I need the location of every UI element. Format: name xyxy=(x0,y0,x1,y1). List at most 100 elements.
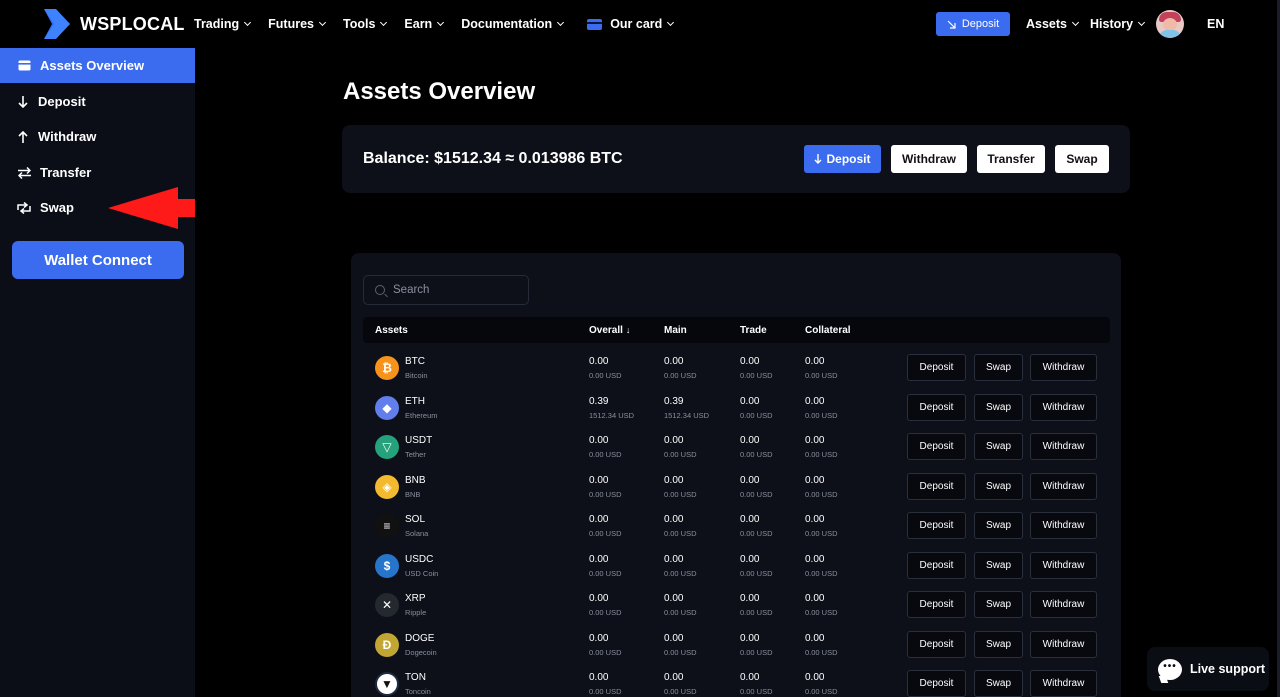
column-overall[interactable]: Overall ↓ xyxy=(589,325,630,336)
row-deposit-button[interactable]: Deposit xyxy=(907,670,966,697)
trade-usd: 0.00 USD xyxy=(740,647,773,657)
row-swap-button[interactable]: Swap xyxy=(974,670,1023,697)
nav-earn[interactable]: Earn xyxy=(404,17,445,31)
row-deposit-button[interactable]: Deposit xyxy=(907,630,966,658)
row-deposit-button[interactable]: Deposit xyxy=(907,472,966,500)
nav-futures-label: Futures xyxy=(268,17,314,31)
row-swap-button[interactable]: Swap xyxy=(974,354,1023,381)
balance-withdraw-button[interactable]: Withdraw xyxy=(891,145,967,173)
brand-logo[interactable]: WSPLOCAL xyxy=(44,9,185,39)
overall-usd: 0.00 USD xyxy=(589,568,622,578)
header-deposit-button[interactable]: Deposit xyxy=(936,12,1010,36)
sidebar-item-transfer[interactable]: Transfer xyxy=(0,155,195,190)
overall-value: 0.00 xyxy=(589,356,609,367)
search-box[interactable] xyxy=(363,275,529,305)
collateral-value: 0.00 xyxy=(805,474,825,486)
main-value: 0.00 xyxy=(664,514,684,525)
main-value: 0.00 xyxy=(664,632,684,644)
collateral-usd: 0.00 USD xyxy=(805,410,838,420)
row-withdraw-button[interactable]: Withdraw xyxy=(1030,591,1097,618)
avatar[interactable] xyxy=(1156,10,1184,38)
trade-value: 0.00 xyxy=(740,632,760,644)
trade-value: 0.00 xyxy=(740,553,760,565)
row-deposit-button[interactable]: Deposit xyxy=(907,393,966,421)
asset-name: Solana xyxy=(405,529,429,538)
trade-usd: 0.00 USD xyxy=(740,529,773,538)
table-row: ◆ ETH Ethereum 0.39 1512.34 USD 0.39 1512.34 U… xyxy=(363,389,1110,429)
search-input[interactable] xyxy=(393,284,523,296)
balance-swap-button[interactable]: Swap xyxy=(1055,145,1109,173)
row-swap-button[interactable]: Swap xyxy=(974,512,1023,539)
trade-usd: 0.00 USD xyxy=(740,371,773,380)
live-support-button[interactable]: ••• Live support xyxy=(1147,647,1269,691)
header-assets-menu[interactable]: Assets xyxy=(1026,17,1080,31)
nav-trading-label: Trading xyxy=(194,17,240,31)
nav-futures[interactable]: Futures xyxy=(268,17,327,31)
sidebar-item-assets-overview[interactable]: Assets Overview xyxy=(0,48,195,83)
wallet-connect-button[interactable]: Wallet Connect xyxy=(12,241,184,279)
overall-usd: 0.00 USD xyxy=(589,687,622,696)
overall-value: 0.00 xyxy=(589,672,609,683)
row-withdraw-button[interactable]: Withdraw xyxy=(1030,433,1097,460)
page-title: Assets Overview xyxy=(343,78,536,105)
row-swap-button[interactable]: Swap xyxy=(974,591,1023,618)
balance-deposit-button[interactable]: Deposit xyxy=(804,145,881,173)
row-deposit-button[interactable]: Deposit xyxy=(907,433,966,460)
main-content: Assets Overview Balance: $1512.34 ≈ 0.01… xyxy=(195,48,1280,697)
collateral-usd: 0.00 USD xyxy=(805,568,838,578)
row-withdraw-button[interactable]: Withdraw xyxy=(1030,354,1097,381)
overall-value: 0.00 xyxy=(589,435,609,446)
row-swap-button[interactable]: Swap xyxy=(974,630,1023,658)
sidebar-item-label: Transfer xyxy=(40,165,92,180)
sidebar-item-label: Deposit xyxy=(38,94,86,109)
sort-down-icon: ↓ xyxy=(625,325,631,335)
sidebar-item-label: Withdraw xyxy=(38,129,97,144)
asset-symbol: DOGE xyxy=(405,632,435,644)
row-deposit-button[interactable]: Deposit xyxy=(907,512,966,539)
nav-tools[interactable]: Tools xyxy=(343,17,388,31)
nav-documentation[interactable]: Documentation xyxy=(461,17,565,31)
nav-our-card[interactable]: Our card xyxy=(587,17,675,31)
language-selector[interactable]: EN xyxy=(1207,17,1224,31)
row-swap-button[interactable]: Swap xyxy=(974,551,1023,579)
collateral-usd: 0.00 USD xyxy=(805,647,838,657)
row-deposit-button[interactable]: Deposit xyxy=(907,551,966,579)
overall-value: 0.00 xyxy=(589,553,609,565)
overall-usd: 0.00 USD xyxy=(589,608,622,617)
nav-earn-label: Earn xyxy=(404,17,433,31)
table-row: ◈ BNB BNB 0.00 0.00 USD 0.00 0.00 USD 0.00 0.00 … xyxy=(363,468,1110,508)
column-assets: Assets xyxy=(375,325,408,336)
row-swap-button[interactable]: Swap xyxy=(974,433,1023,460)
collateral-value: 0.00 xyxy=(805,514,825,525)
asset-symbol: USDC xyxy=(405,553,434,565)
nav-trading[interactable]: Trading xyxy=(194,17,252,31)
row-deposit-button[interactable]: Deposit xyxy=(907,591,966,618)
asset-symbol: USDT xyxy=(405,435,433,446)
trade-value: 0.00 xyxy=(740,356,760,367)
row-withdraw-button[interactable]: Withdraw xyxy=(1030,630,1097,658)
collateral-usd: 0.00 USD xyxy=(805,489,838,499)
asset-name: Toncoin xyxy=(405,687,431,696)
row-deposit-button[interactable]: Deposit xyxy=(907,354,966,381)
chevron-down-icon xyxy=(1071,18,1080,27)
row-withdraw-button[interactable]: Withdraw xyxy=(1030,512,1097,539)
row-withdraw-button[interactable]: Withdraw xyxy=(1030,472,1097,500)
overall-usd: 0.00 USD xyxy=(589,529,622,538)
row-withdraw-button[interactable]: Withdraw xyxy=(1030,670,1097,697)
header-history-menu[interactable]: History xyxy=(1090,17,1146,31)
sidebar-item-deposit[interactable]: Deposit xyxy=(0,84,195,119)
row-swap-button[interactable]: Swap xyxy=(974,472,1023,500)
header-history-label: History xyxy=(1090,17,1134,31)
swap-icon xyxy=(17,201,31,215)
sidebar-item-withdraw[interactable]: Withdraw xyxy=(0,119,195,154)
assets-table-card: Assets Overall↓ Main Trade Collateral ₿ B… xyxy=(351,253,1121,697)
row-withdraw-button[interactable]: Withdraw xyxy=(1030,551,1097,579)
main-usd: 0.00 USD xyxy=(664,371,697,380)
main-usd: 0.00 USD xyxy=(664,647,697,657)
row-swap-button[interactable]: Swap xyxy=(974,393,1023,421)
column-main: Main xyxy=(664,325,687,336)
row-withdraw-button[interactable]: Withdraw xyxy=(1030,393,1097,421)
top-navigation-bar: WSPLOCAL Trading Futures Tools Earn Docu… xyxy=(0,0,1280,48)
column-trade: Trade xyxy=(740,325,767,336)
balance-transfer-button[interactable]: Transfer xyxy=(977,145,1045,173)
